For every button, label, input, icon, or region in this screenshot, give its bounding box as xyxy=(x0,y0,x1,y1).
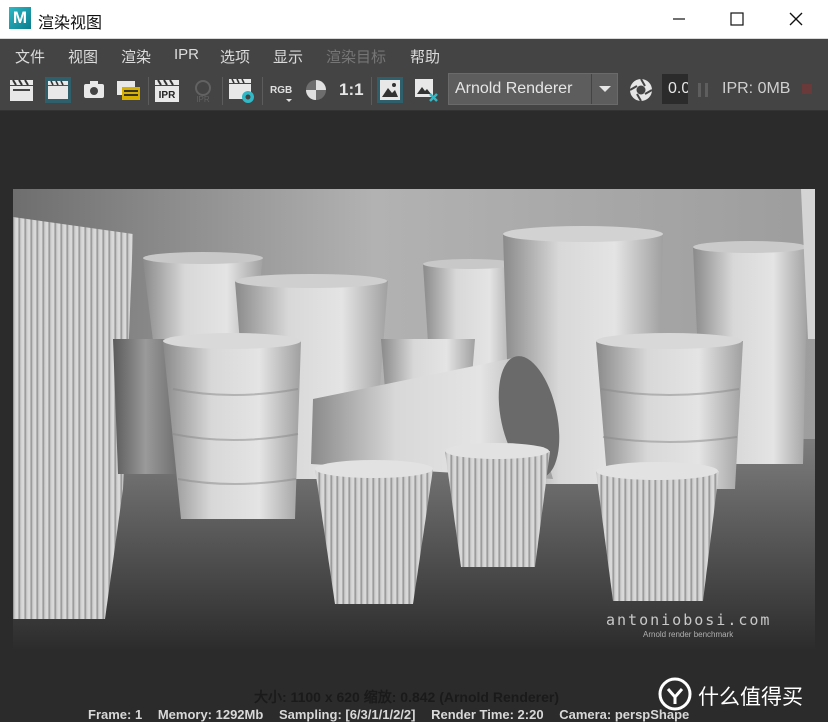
rgb-channel-icon[interactable]: RGB xyxy=(268,77,294,103)
menu-options[interactable]: 选项 xyxy=(220,46,250,67)
menu-ipr[interactable]: IPR xyxy=(174,46,199,63)
display-image-icon[interactable] xyxy=(377,77,403,103)
image-size-info: 大小: 1100 x 620 缩放: 0.842 (Arnold Rendere… xyxy=(254,689,559,705)
status-frame: Frame: 1 xyxy=(88,707,143,722)
render-viewport: antoniobosi.com Arnold render benchmark … xyxy=(0,111,828,722)
title-bar: M 渲染视图 xyxy=(0,0,828,39)
stop-ipr-icon xyxy=(802,84,812,94)
rgb-label: RGB xyxy=(270,85,292,96)
render-settings-icon[interactable] xyxy=(228,77,256,103)
menu-display[interactable]: 显示 xyxy=(273,46,303,67)
aperture-exposure-icon[interactable] xyxy=(627,76,655,102)
ipr-disabled-label: IPR xyxy=(196,95,210,103)
maximize-icon xyxy=(730,12,744,26)
render-sequence-icon[interactable] xyxy=(115,77,143,103)
minimize-icon xyxy=(673,18,685,20)
menu-file[interactable]: 文件 xyxy=(15,46,45,67)
menu-render[interactable]: 渲染 xyxy=(121,46,151,67)
clapperboard-icon[interactable] xyxy=(9,77,35,103)
status-render-time: Render Time: 2:20 xyxy=(431,707,544,722)
render-watermark-subtitle: Arnold render benchmark xyxy=(643,630,734,639)
render-status-line: Frame: 1 Memory: 1292Mb Sampling: [6/3/1… xyxy=(88,707,701,722)
ipr-refresh-icon: IPR xyxy=(195,80,211,103)
snapshot-camera-icon[interactable] xyxy=(81,77,107,103)
menu-view[interactable]: 视图 xyxy=(68,46,98,67)
close-button[interactable] xyxy=(770,0,820,38)
renderer-dropdown[interactable]: Arnold Renderer xyxy=(448,73,618,105)
rendered-image: antoniobosi.com Arnold render benchmark xyxy=(13,189,815,649)
renderer-value: Arnold Renderer xyxy=(455,80,573,97)
status-memory: Memory: 1292Mb xyxy=(157,707,264,722)
real-size-button[interactable]: 1:1 xyxy=(339,80,364,106)
maya-logo-icon: M xyxy=(9,7,31,29)
toolbar: IPR IPR RGB 1:1 Arnold Renderer 0.0 IPR:… xyxy=(0,71,828,111)
exposure-value: 0.0 xyxy=(668,80,688,97)
minimize-button[interactable] xyxy=(654,0,704,38)
window-title: 渲染视图 xyxy=(38,15,103,32)
pause-ipr-icon xyxy=(698,83,708,97)
alpha-checker-icon[interactable] xyxy=(303,77,329,103)
toolbar-separator xyxy=(148,77,149,105)
toolbar-separator xyxy=(371,77,372,105)
render-watermark-url: antoniobosi.com xyxy=(606,611,771,629)
menu-help[interactable]: 帮助 xyxy=(410,46,440,67)
close-icon xyxy=(789,12,803,26)
site-watermark-text: 什么值得买 xyxy=(698,686,803,709)
menu-bar: 文件 视图 渲染 IPR 选项 显示 渲染目标 帮助 xyxy=(0,39,828,71)
maximize-button[interactable] xyxy=(712,0,762,38)
toolbar-separator xyxy=(262,77,263,105)
ipr-memory-label: IPR: 0MB xyxy=(722,80,791,97)
toolbar-separator xyxy=(222,77,223,105)
ipr-icon-label: IPR xyxy=(159,90,176,101)
site-logo-icon xyxy=(658,677,692,711)
ipr-render-icon[interactable]: IPR xyxy=(154,77,180,103)
status-sampling: Sampling: [6/3/1/1/2/2] xyxy=(278,707,416,722)
exposure-input[interactable]: 0.0 xyxy=(662,74,688,104)
remove-image-icon[interactable] xyxy=(413,77,439,103)
chevron-down-icon[interactable] xyxy=(591,74,618,104)
render-region-icon[interactable] xyxy=(45,77,71,103)
menu-render-target: 渲染目标 xyxy=(326,49,387,66)
